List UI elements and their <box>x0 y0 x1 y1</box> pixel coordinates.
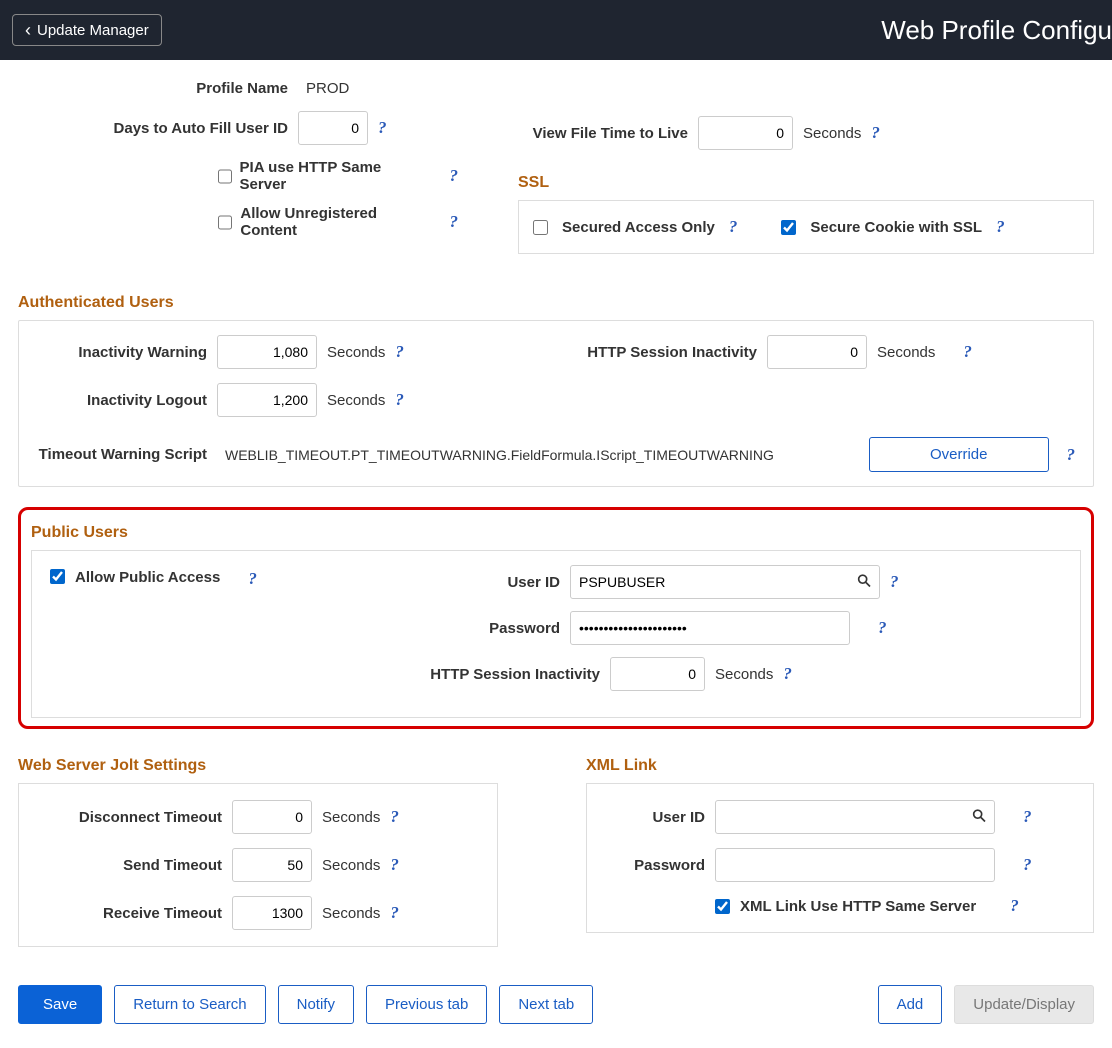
seconds-unit: Seconds <box>715 666 773 683</box>
jolt-send-input[interactable] <box>232 848 312 882</box>
search-icon[interactable] <box>971 808 987 827</box>
help-icon[interactable]: ? <box>450 212 459 232</box>
xml-box: User ID ? Password ? XML L <box>586 783 1094 933</box>
next-tab-button[interactable]: Next tab <box>499 985 593 1024</box>
help-icon[interactable]: ? <box>390 855 399 875</box>
back-label: Update Manager <box>37 22 149 39</box>
public-user-label: User ID <box>410 574 560 591</box>
public-pwd-label: Password <box>410 620 560 637</box>
seconds-unit: Seconds <box>803 125 861 142</box>
auth-box: Inactivity Warning Seconds ? Inactivity … <box>18 320 1094 487</box>
page-title: Web Profile Configu <box>881 15 1112 46</box>
profile-name-value: PROD <box>298 80 349 97</box>
save-button[interactable]: Save <box>18 985 102 1024</box>
jolt-recv-label: Receive Timeout <box>37 905 222 922</box>
seconds-unit: Seconds <box>322 857 380 874</box>
timeout-script-label: Timeout Warning Script <box>37 445 207 465</box>
help-icon[interactable]: ? <box>890 572 899 592</box>
seconds-unit: Seconds <box>327 344 385 361</box>
jolt-disc-input[interactable] <box>232 800 312 834</box>
public-http-input[interactable] <box>610 657 705 691</box>
bottom-toolbar: Save Return to Search Notify Previous ta… <box>18 977 1094 1024</box>
jolt-disc-label: Disconnect Timeout <box>37 809 222 826</box>
inactivity-warn-input[interactable] <box>217 335 317 369</box>
allow-unreg-label: Allow Unregistered Content <box>240 205 429 239</box>
help-icon[interactable]: ? <box>450 166 459 186</box>
ssl-box: Secured Access Only ? Secure Cookie with… <box>518 200 1094 254</box>
xml-same-server-label: XML Link Use HTTP Same Server <box>740 898 976 915</box>
inactivity-logout-input[interactable] <box>217 383 317 417</box>
allow-public-label: Allow Public Access <box>75 569 220 586</box>
seconds-unit: Seconds <box>322 809 380 826</box>
help-icon[interactable]: ? <box>783 664 792 684</box>
auth-http-label: HTTP Session Inactivity <box>557 344 757 361</box>
help-icon[interactable]: ? <box>963 342 972 362</box>
override-button[interactable]: Override <box>869 437 1049 472</box>
days-autofill-label: Days to Auto Fill User ID <box>18 120 288 137</box>
seconds-unit: Seconds <box>877 344 935 361</box>
seconds-unit: Seconds <box>327 392 385 409</box>
xml-pwd-input[interactable] <box>715 848 995 882</box>
secured-access-label: Secured Access Only <box>562 219 715 236</box>
public-box: Allow Public Access ? User ID ? <box>31 550 1081 718</box>
ssl-title: SSL <box>518 174 1094 192</box>
return-button[interactable]: Return to Search <box>114 985 265 1024</box>
secure-cookie-checkbox[interactable] <box>781 220 796 235</box>
help-icon[interactable]: ? <box>1023 855 1032 875</box>
chevron-left-icon: ‹ <box>25 21 31 39</box>
help-icon[interactable]: ? <box>248 569 257 589</box>
xml-user-label: User ID <box>605 809 705 826</box>
help-icon[interactable]: ? <box>395 342 404 362</box>
jolt-recv-input[interactable] <box>232 896 312 930</box>
back-button[interactable]: ‹ Update Manager <box>12 14 162 46</box>
allow-unreg-checkbox[interactable] <box>218 215 232 230</box>
xml-user-input[interactable] <box>715 800 995 834</box>
auth-title: Authenticated Users <box>18 294 1094 312</box>
secure-cookie-label: Secure Cookie with SSL <box>810 219 982 236</box>
help-icon[interactable]: ? <box>878 618 887 638</box>
xml-same-server-checkbox[interactable] <box>715 899 730 914</box>
viewfile-input[interactable] <box>698 116 793 150</box>
days-autofill-input[interactable] <box>298 111 368 145</box>
public-title: Public Users <box>31 524 1081 542</box>
help-icon[interactable]: ? <box>871 123 880 143</box>
notify-button[interactable]: Notify <box>278 985 354 1024</box>
help-icon[interactable]: ? <box>729 217 738 237</box>
update-display-button[interactable]: Update/Display <box>954 985 1094 1024</box>
help-icon[interactable]: ? <box>996 217 1005 237</box>
help-icon[interactable]: ? <box>1010 896 1019 916</box>
viewfile-label: View File Time to Live <box>518 125 688 142</box>
prev-tab-button[interactable]: Previous tab <box>366 985 487 1024</box>
allow-public-checkbox[interactable] <box>50 569 65 584</box>
public-user-input[interactable] <box>570 565 880 599</box>
help-icon[interactable]: ? <box>390 903 399 923</box>
jolt-box: Disconnect Timeout Seconds ? Send Timeou… <box>18 783 498 947</box>
add-button[interactable]: Add <box>878 985 943 1024</box>
search-icon[interactable] <box>856 573 872 592</box>
xml-pwd-label: Password <box>605 857 705 874</box>
help-icon[interactable]: ? <box>1023 807 1032 827</box>
public-http-label: HTTP Session Inactivity <box>410 666 600 683</box>
header-bar: ‹ Update Manager Web Profile Configu <box>0 0 1112 60</box>
help-icon[interactable]: ? <box>395 390 404 410</box>
seconds-unit: Seconds <box>322 905 380 922</box>
public-pwd-input[interactable] <box>570 611 850 645</box>
timeout-script-value: WEBLIB_TIMEOUT.PT_TIMEOUTWARNING.FieldFo… <box>225 447 851 463</box>
secured-access-checkbox[interactable] <box>533 220 548 235</box>
jolt-title: Web Server Jolt Settings <box>18 757 526 775</box>
auth-http-input[interactable] <box>767 335 867 369</box>
public-highlight: Public Users Allow Public Access ? User … <box>18 507 1094 729</box>
profile-name-label: Profile Name <box>18 80 288 97</box>
help-icon[interactable]: ? <box>1067 445 1076 465</box>
help-icon[interactable]: ? <box>378 118 387 138</box>
help-icon[interactable]: ? <box>390 807 399 827</box>
pia-same-server-label: PIA use HTTP Same Server <box>240 159 414 193</box>
pia-same-server-checkbox[interactable] <box>218 169 232 184</box>
inactivity-warn-label: Inactivity Warning <box>37 344 207 361</box>
xml-title: XML Link <box>586 757 1094 775</box>
inactivity-logout-label: Inactivity Logout <box>37 392 207 409</box>
jolt-send-label: Send Timeout <box>37 857 222 874</box>
